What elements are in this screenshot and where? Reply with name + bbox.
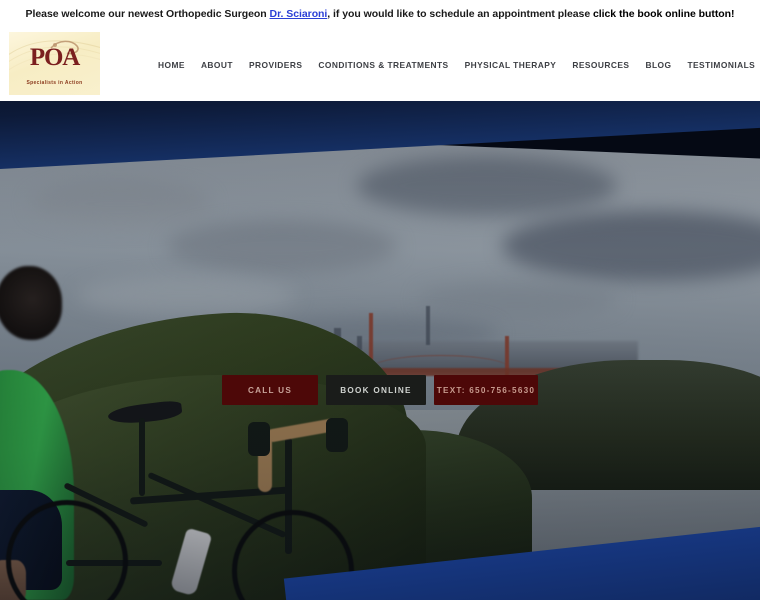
announcement-text-middle: , if you would like to schedule an appoi… [327, 8, 593, 21]
announcement-text-strong: click the book online button! [592, 8, 735, 21]
nav-item-resources[interactable]: RESOURCES [564, 56, 637, 74]
nav-item-conditions-treatments[interactable]: CONDITIONS & TREATMENTS [310, 56, 456, 74]
logo-tagline: Specialists in Action [26, 80, 83, 86]
announcement-text-before: Please welcome our newest Orthopedic Sur… [25, 8, 270, 21]
announcement-text: Please welcome our newest Orthopedic Sur… [26, 9, 735, 20]
book-online-button[interactable]: BOOK ONLINE [326, 375, 426, 405]
main-navigation: HOME ABOUT PROVIDERS CONDITIONS & TREATM… [150, 29, 755, 101]
text-number-button[interactable]: TEXT: 650-756-5630 [434, 375, 538, 405]
call-us-button[interactable]: CALL US [222, 375, 318, 405]
hero-shade-overlay [0, 101, 760, 600]
nav-item-physical-therapy[interactable]: PHYSICAL THERAPY [457, 56, 565, 74]
nav-item-about[interactable]: ABOUT [193, 56, 241, 74]
hero-banner: CALL US BOOK ONLINE TEXT: 650-756-5630 [0, 101, 760, 600]
page-root: Please welcome our newest Orthopedic Sur… [0, 0, 760, 600]
nav-item-blog[interactable]: BLOG [637, 56, 679, 74]
site-logo[interactable]: POA Specialists in Action [9, 32, 100, 95]
announcement-bar: Please welcome our newest Orthopedic Sur… [0, 0, 760, 29]
nav-item-home[interactable]: HOME [150, 56, 193, 74]
hero-cta-row: CALL US BOOK ONLINE TEXT: 650-756-5630 [0, 375, 760, 405]
hero-background-image [0, 101, 760, 600]
nav-item-providers[interactable]: PROVIDERS [241, 56, 310, 74]
site-header: POA Specialists in Action HOME ABOUT PRO… [0, 29, 760, 101]
nav-item-testimonials[interactable]: TESTIMONIALS [679, 56, 760, 74]
dr-sciaroni-link[interactable]: Dr. Sciaroni [270, 8, 328, 20]
logo-wordmark: POA [29, 44, 80, 71]
